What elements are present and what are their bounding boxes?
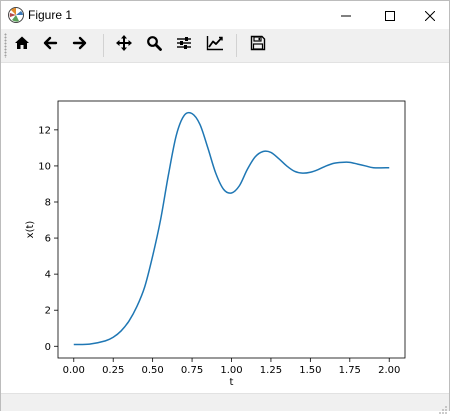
minimize-icon	[341, 6, 351, 25]
title-bar[interactable]: Figure 1	[1, 1, 449, 29]
y-tick-label: 6	[45, 234, 51, 245]
y-axis: 0 2 4 6 8 10 12	[38, 125, 58, 353]
forward-button[interactable]	[68, 33, 92, 57]
window-title: Figure 1	[28, 8, 73, 22]
status-bar	[1, 393, 449, 414]
toolbar-separator	[103, 34, 104, 57]
y-tick-label: 10	[38, 161, 51, 172]
x-tick-label: 1.75	[339, 365, 361, 376]
line-chart[interactable]: 0.00 0.25 0.50 0.75 1.00 1.25 1.50 1.75 2.00 0 2 4…	[1, 63, 449, 392]
home-icon	[14, 35, 30, 55]
magnifier-icon	[146, 35, 162, 55]
back-button[interactable]	[38, 33, 62, 57]
x-axis-label: t	[230, 377, 234, 388]
axes-frame	[57, 100, 406, 359]
close-icon	[424, 6, 436, 25]
x-tick-label: 1.00	[220, 365, 242, 376]
home-button[interactable]	[10, 33, 34, 57]
x-tick-label: 0.25	[102, 365, 124, 376]
figure-canvas[interactable]: 0.00 0.25 0.50 0.75 1.00 1.25 1.50 1.75 2.00 0 2 4…	[1, 63, 449, 392]
floppy-disk-icon	[250, 35, 266, 55]
move-icon	[115, 34, 133, 56]
y-tick-label: 8	[45, 197, 51, 208]
arrow-left-icon	[42, 35, 58, 55]
y-tick-label: 12	[38, 125, 51, 136]
pan-button[interactable]	[112, 33, 136, 57]
maximize-icon	[385, 6, 395, 25]
sliders-icon	[176, 35, 192, 55]
x-tick-label: 0.75	[181, 365, 203, 376]
subplots-button[interactable]	[172, 33, 196, 57]
arrow-right-icon	[72, 35, 88, 55]
y-tick-label: 2	[45, 306, 51, 317]
x-tick-label: 2.00	[378, 365, 400, 376]
line-chart-icon	[206, 35, 224, 55]
x-axis: 0.00 0.25 0.50 0.75 1.00 1.25 1.50 1.75 2.00	[63, 358, 400, 376]
figure-window: Figure 1 0.00 0.25 0.50 0.75 1.00 1.25 1…	[0, 0, 450, 414]
matplotlib-icon	[7, 6, 25, 24]
zoom-button[interactable]	[142, 33, 166, 57]
toolbar-separator	[236, 34, 237, 57]
minimize-button[interactable]	[323, 1, 369, 29]
y-tick-label: 0	[45, 342, 51, 353]
close-button[interactable]	[407, 1, 450, 29]
save-button[interactable]	[246, 33, 270, 57]
navigation-toolbar	[1, 29, 449, 63]
x-tick-label: 0.50	[142, 365, 164, 376]
toolbar-grip[interactable]	[4, 33, 7, 58]
x-tick-label: 1.50	[299, 365, 321, 376]
customize-button[interactable]	[203, 33, 227, 57]
size-grip-icon[interactable]	[437, 399, 447, 414]
series-line	[73, 111, 390, 346]
x-tick-label: 1.25	[260, 365, 282, 376]
x-tick-label: 0.00	[63, 365, 85, 376]
y-tick-label: 4	[45, 270, 51, 281]
y-axis-label: x(t)	[25, 221, 36, 239]
